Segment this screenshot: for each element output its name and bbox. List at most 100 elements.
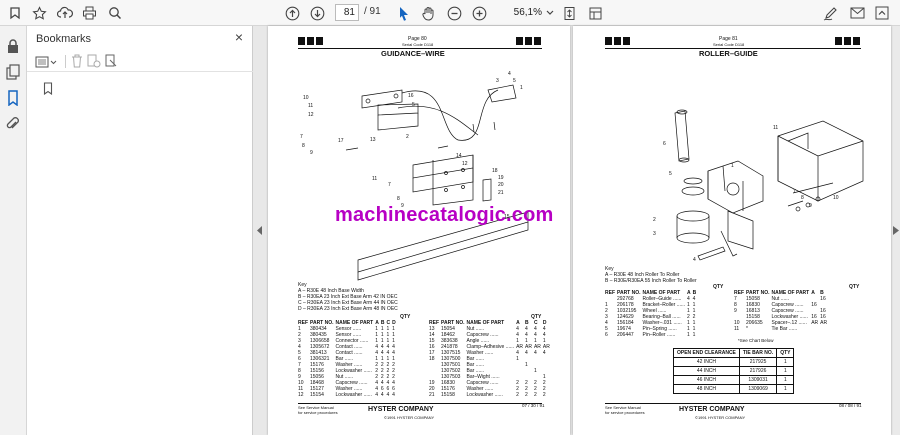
- star-icon[interactable]: [32, 4, 47, 22]
- footer-note-2: for service procedures: [605, 410, 645, 415]
- svg-text:5: 5: [412, 102, 415, 108]
- parts-table-right: REF PART NO. NAME OF PART A B 7 15058 Nut .....…: [733, 290, 828, 332]
- table-cell: Lockwasher ......: [466, 392, 503, 398]
- mail-icon[interactable]: [850, 4, 865, 22]
- svg-text:14: 14: [456, 153, 462, 159]
- see-chart-note: *See Chart Below: [738, 338, 774, 343]
- svg-text:11: 11: [372, 176, 377, 182]
- svg-text:2: 2: [406, 134, 409, 140]
- search-icon[interactable]: [108, 4, 122, 22]
- footer-note-2: for service procedures: [298, 410, 338, 415]
- table-cell: [819, 326, 828, 332]
- zoom-level-field[interactable]: 56,1%: [497, 4, 545, 21]
- table-cell: 21: [429, 392, 435, 398]
- table-cell: Tie Bar ......: [771, 326, 798, 332]
- page-number-input[interactable]: 81: [335, 4, 359, 21]
- svg-text:12: 12: [462, 161, 468, 167]
- qty-header: QTY: [400, 314, 411, 320]
- table-header-row: OPEN END CLEARANCE TIE BAR NO. QTY: [673, 348, 795, 358]
- table-cell: 15158: [441, 392, 455, 398]
- table-cell: 6: [605, 332, 608, 338]
- svg-text:2: 2: [653, 217, 656, 223]
- svg-text:7: 7: [388, 182, 391, 188]
- guidance-wire-diagram: 1011 127 89 17 13 216 53 45 114 1218 1920…: [300, 71, 529, 281]
- copyright: ©1991 HYSTER COMPANY: [695, 415, 746, 420]
- navigation-sidebar: [0, 26, 27, 435]
- page-81: Page 81 Serial Code D118 ROLLER–GUIDE 11…: [573, 26, 891, 435]
- svg-text:6: 6: [663, 141, 666, 147]
- table-cell: 1: [776, 357, 795, 367]
- table-cell: 15154: [310, 392, 324, 398]
- more-tools-icon[interactable]: [588, 4, 603, 22]
- svg-text:13: 13: [370, 137, 376, 143]
- table-cell: 12: [298, 392, 304, 398]
- print-icon[interactable]: [82, 4, 97, 22]
- table-row: 12 15154 Lockwasher ...... 4 4 4 4: [297, 392, 397, 398]
- table-cell: 2: [525, 392, 528, 398]
- table-row: 21 15158 Lockwasher ...... 2 2 2 2: [428, 392, 551, 398]
- bookmarks-panel: Bookmarks ×: [27, 26, 253, 435]
- collapse-left-arrow-icon[interactable]: [257, 222, 263, 240]
- zoom-dropdown-chevron-icon[interactable]: [546, 4, 554, 22]
- sign-pen-icon[interactable]: [823, 4, 839, 22]
- column-header: QTY: [776, 348, 795, 358]
- table-cell: 42 INCH: [673, 357, 740, 367]
- next-page-icon[interactable]: [310, 4, 325, 22]
- hand-tool-icon[interactable]: [421, 4, 436, 22]
- bookmark-item-icon[interactable]: [43, 82, 53, 100]
- cloud-upload-icon[interactable]: [57, 4, 73, 22]
- table-row: 44 INCH 217926 1: [673, 366, 795, 376]
- pages-thumbnails-icon[interactable]: [5, 64, 21, 80]
- svg-text:9: 9: [809, 203, 812, 209]
- lock-icon[interactable]: [5, 38, 21, 54]
- zoom-in-icon[interactable]: [472, 4, 487, 22]
- table-cell: 217926: [738, 366, 778, 376]
- collapse-right-arrow-icon[interactable]: [893, 222, 899, 240]
- svg-text:17: 17: [338, 138, 344, 144]
- serial-code: Serial Code D118: [402, 42, 434, 47]
- svg-text:8: 8: [302, 143, 305, 149]
- options-menu-icon[interactable]: [35, 55, 57, 73]
- previous-page-icon[interactable]: [285, 4, 300, 22]
- tag-bookmark-icon[interactable]: [104, 54, 118, 73]
- page-80: Page 80 Serial Code D118 GUIDANCE–WIRE 1…: [268, 26, 570, 435]
- svg-text:1: 1: [520, 85, 523, 91]
- collapse-toolbar-icon[interactable]: [875, 4, 889, 22]
- svg-text:20: 20: [498, 182, 504, 188]
- table-row: 48 INCH 1309069 1: [673, 384, 795, 394]
- parts-table-right: REF PART NO. NAME OF PART A B C D 13 15054 Nut ..…: [428, 320, 551, 398]
- svg-text:4: 4: [508, 71, 511, 77]
- serial-code: Serial Code D118: [713, 42, 745, 47]
- page-fit-icon[interactable]: [562, 4, 577, 22]
- delete-bookmark-icon[interactable]: [71, 54, 83, 73]
- page-total-label: / 91: [364, 6, 381, 17]
- table-cell: 1: [776, 366, 795, 376]
- main-toolbar: 81 / 91 56,1%: [0, 0, 900, 26]
- table-cell: 206447: [617, 332, 634, 338]
- table-cell: 1: [776, 384, 795, 394]
- new-bookmark-icon[interactable]: [87, 54, 101, 73]
- close-panel-button[interactable]: ×: [235, 29, 243, 45]
- svg-text:3: 3: [496, 78, 499, 84]
- hyster-logo-right: [835, 37, 861, 45]
- table-row: 6 206447 Pin–Roller ...... 1 1: [604, 332, 697, 338]
- table-cell: *: [746, 326, 748, 332]
- svg-text:16: 16: [408, 93, 414, 99]
- svg-text:5: 5: [513, 78, 516, 84]
- diagram-title: ROLLER–GUIDE: [699, 49, 758, 58]
- svg-text:9: 9: [310, 150, 313, 156]
- zoom-out-icon[interactable]: [447, 4, 462, 22]
- bookmark-toolbar: [27, 52, 253, 72]
- table-cell: 1: [776, 375, 795, 385]
- panel-splitter[interactable]: [253, 26, 267, 435]
- document-viewer[interactable]: Page 80 Serial Code D118 GUIDANCE–WIRE 1…: [267, 26, 900, 435]
- qty-header-right: QTY: [849, 284, 860, 290]
- hyster-logo: [298, 37, 324, 45]
- select-cursor-icon[interactable]: [398, 4, 410, 22]
- column-header: TIE BAR NO.: [738, 348, 778, 358]
- home-icon[interactable]: [8, 4, 22, 22]
- bookmark-panel-icon[interactable]: [5, 90, 21, 107]
- table-row: 42 INCH 217925 1: [673, 357, 795, 367]
- svg-text:10: 10: [833, 195, 839, 201]
- attachment-icon[interactable]: [5, 116, 21, 132]
